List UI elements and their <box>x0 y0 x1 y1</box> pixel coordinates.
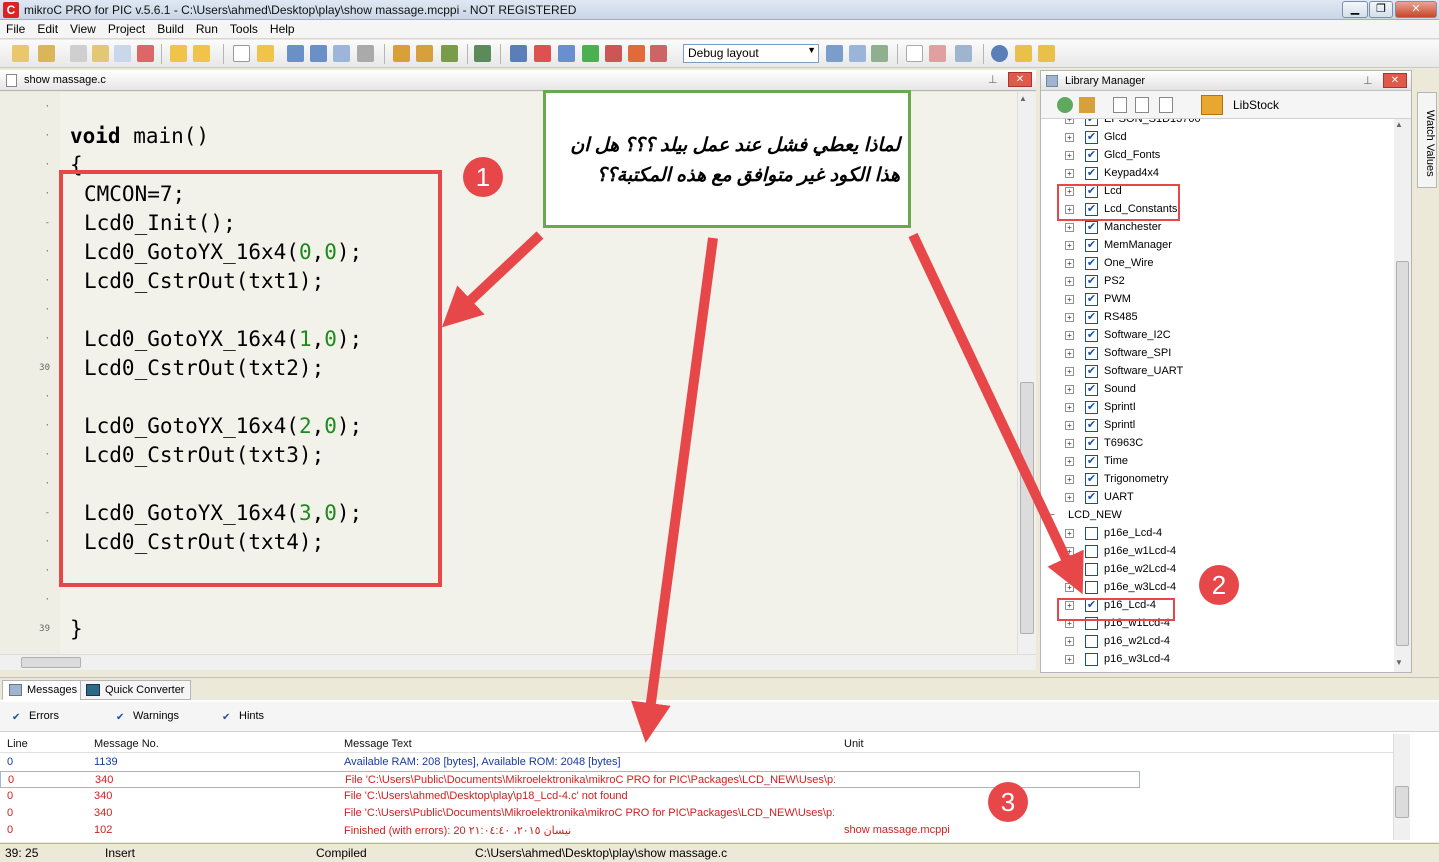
arrow-to-code <box>441 231 544 328</box>
arrow-to-library <box>908 232 1084 595</box>
annotation-arrows <box>441 231 1084 743</box>
arrow-to-messages <box>631 237 718 743</box>
